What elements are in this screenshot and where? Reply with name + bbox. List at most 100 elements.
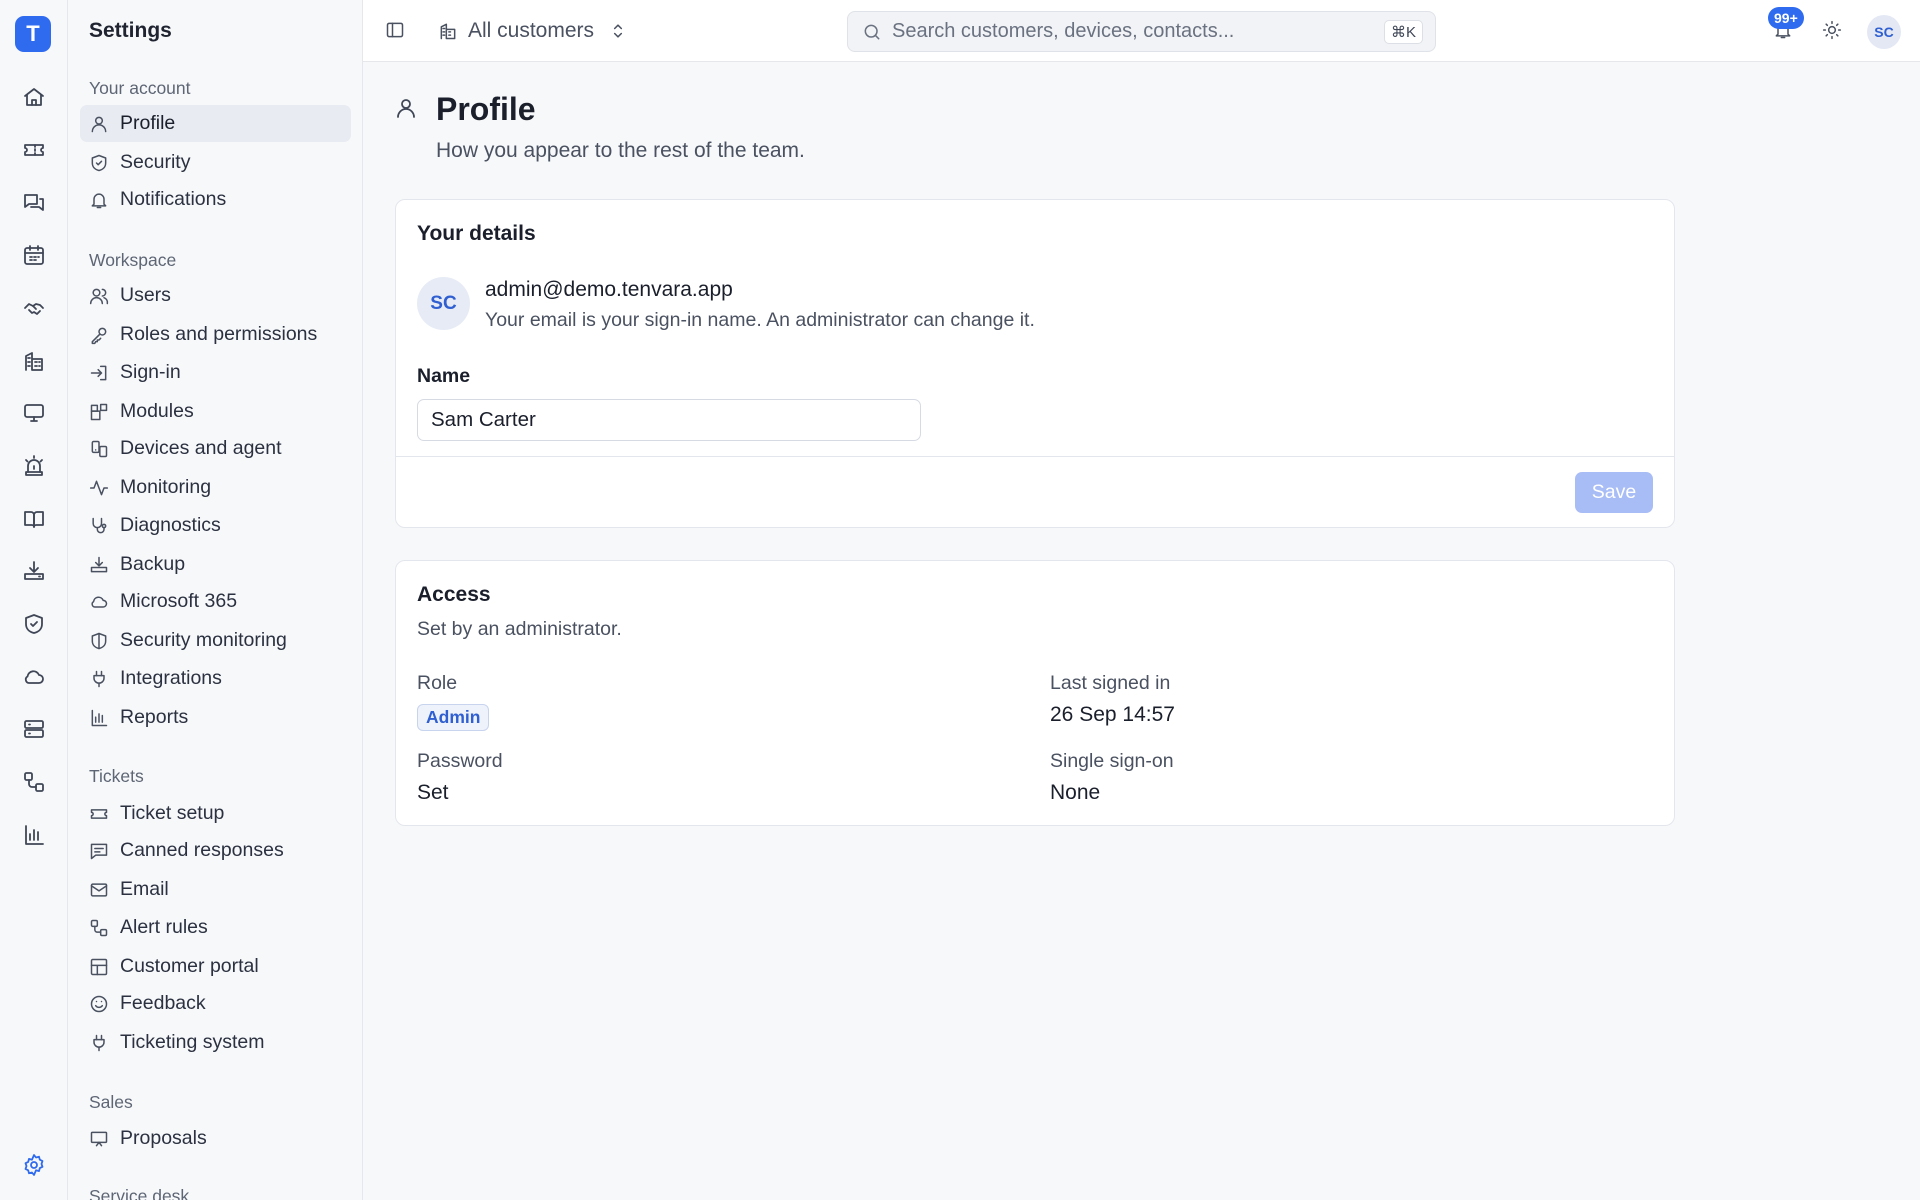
sun-icon bbox=[1822, 20, 1842, 40]
rail-cloud[interactable] bbox=[16, 659, 52, 695]
search-shortcut: ⌘K bbox=[1383, 20, 1423, 44]
rail-home[interactable] bbox=[16, 79, 52, 115]
sidebar-item-reports[interactable]: Reports bbox=[80, 699, 351, 736]
sso-value: None bbox=[1050, 781, 1101, 804]
ticket-icon bbox=[90, 808, 108, 819]
rail-knowledge[interactable] bbox=[16, 501, 52, 537]
search-icon bbox=[864, 24, 880, 39]
card-title: Your details bbox=[417, 222, 536, 245]
last-signed-in-label: Last signed in bbox=[1050, 672, 1171, 694]
rail-tickets[interactable] bbox=[16, 132, 52, 168]
sidebar-item-microsoft-365[interactable]: Microsoft 365 bbox=[80, 583, 351, 620]
sidebar-item-monitoring[interactable]: Monitoring bbox=[80, 469, 351, 506]
sidebar-item-email[interactable]: Email bbox=[80, 871, 351, 908]
nav-group-your-account: Your account bbox=[89, 78, 191, 98]
shield-check-icon bbox=[91, 154, 107, 171]
shield-check-icon bbox=[25, 614, 43, 634]
sidebar-item-sign-in[interactable]: Sign-in bbox=[80, 354, 351, 391]
key-icon bbox=[91, 327, 107, 344]
sidebar-item-label: Reports bbox=[120, 706, 189, 728]
gear-icon bbox=[24, 1154, 44, 1176]
sidebar-item-label: Profile bbox=[120, 112, 176, 134]
sidebar-item-label: Canned responses bbox=[120, 839, 284, 861]
sidebar-item-alert-rules[interactable]: Alert rules bbox=[80, 909, 351, 946]
server-icon bbox=[24, 720, 44, 738]
search-input[interactable]: Search customers, devices, contacts... ⌘… bbox=[847, 11, 1436, 52]
sidebar-item-integrations[interactable]: Integrations bbox=[80, 660, 351, 697]
sidebar-item-label: Ticket setup bbox=[120, 802, 225, 824]
home-icon bbox=[24, 88, 44, 106]
sidebar-item-diagnostics[interactable]: Diagnostics bbox=[80, 507, 351, 544]
ticket-icon bbox=[24, 144, 44, 156]
user-icon bbox=[91, 116, 107, 132]
sidebar-item-notifications[interactable]: Notifications bbox=[80, 181, 351, 218]
name-label: Name bbox=[417, 365, 471, 387]
rail-customers[interactable] bbox=[16, 343, 52, 379]
card-title: Access bbox=[417, 583, 491, 606]
sidebar-item-label: Modules bbox=[120, 400, 194, 422]
sidebar-item-label: Users bbox=[120, 284, 171, 306]
calendar-icon bbox=[24, 245, 44, 265]
sidebar-item-label: Microsoft 365 bbox=[120, 590, 238, 612]
workflow-icon bbox=[24, 772, 44, 792]
details-card: Your details SC admin@demo.tenvara.app Y… bbox=[395, 199, 1675, 528]
email-note: Your email is your sign-in name. An admi… bbox=[485, 309, 1035, 331]
sidebar-item-security[interactable]: Security bbox=[80, 144, 351, 181]
sidebar-item-feedback[interactable]: Feedback bbox=[80, 985, 351, 1022]
access-card: Access Set by an administrator. Role Adm… bbox=[395, 560, 1675, 826]
nav-group-service-desk: Service desk bbox=[89, 1186, 190, 1200]
sidebar-item-roles[interactable]: Roles and permissions bbox=[80, 316, 351, 353]
rail-chat[interactable] bbox=[16, 185, 52, 221]
rail-servers[interactable] bbox=[16, 711, 52, 747]
workflow-icon bbox=[90, 919, 108, 936]
rail-backup[interactable] bbox=[16, 553, 52, 589]
activity-icon bbox=[89, 480, 109, 495]
sidebar-item-label: Feedback bbox=[120, 992, 206, 1014]
user-avatar[interactable]: SC bbox=[1867, 15, 1901, 49]
stethoscope-icon bbox=[92, 517, 107, 533]
sidebar-item-customer-portal[interactable]: Customer portal bbox=[80, 948, 351, 985]
sign-in-icon bbox=[90, 365, 107, 380]
sidebar-item-users[interactable]: Users bbox=[80, 277, 351, 314]
sidebar-item-label: Security bbox=[120, 151, 191, 173]
sidebar-item-backup[interactable]: Backup bbox=[80, 546, 351, 583]
rail-alerts[interactable] bbox=[16, 448, 52, 484]
theme-toggle-button[interactable] bbox=[1822, 20, 1842, 40]
message-square-icon bbox=[90, 843, 108, 859]
page-subtitle: How you appear to the rest of the team. bbox=[436, 139, 805, 162]
rail-security[interactable] bbox=[16, 606, 52, 642]
icon-rail: T bbox=[0, 0, 68, 1200]
name-field[interactable] bbox=[417, 399, 921, 441]
sidebar-item-ticketing-system[interactable]: Ticketing system bbox=[80, 1024, 351, 1061]
sidebar-item-proposals[interactable]: Proposals bbox=[80, 1120, 351, 1157]
rail-reports[interactable] bbox=[16, 817, 52, 853]
app-logo[interactable]: T bbox=[15, 16, 51, 52]
presentation-icon bbox=[90, 1131, 108, 1146]
role-label: Role bbox=[417, 672, 458, 694]
page-title: Profile bbox=[436, 91, 536, 127]
cloud-icon bbox=[24, 670, 44, 684]
chat-icon bbox=[24, 194, 44, 211]
sidebar-title: Settings bbox=[89, 19, 172, 42]
save-button[interactable]: Save bbox=[1575, 472, 1653, 513]
rail-workflows[interactable] bbox=[16, 764, 52, 800]
sidebar-item-profile[interactable]: Profile bbox=[80, 105, 351, 142]
bar-chart-icon bbox=[25, 825, 44, 845]
bell-icon bbox=[91, 192, 107, 208]
sidebar-item-devices-agent[interactable]: Devices and agent bbox=[80, 430, 351, 467]
sidebar-item-ticket-setup[interactable]: Ticket setup bbox=[80, 795, 351, 832]
sidebar-toggle-button[interactable] bbox=[385, 20, 405, 40]
sidebar-item-security-monitoring[interactable]: Security monitoring bbox=[80, 622, 351, 659]
sidebar-item-label: Ticketing system bbox=[120, 1031, 265, 1053]
customer-switcher[interactable]: All customers bbox=[438, 14, 628, 48]
sidebar-item-modules[interactable]: Modules bbox=[80, 393, 351, 430]
devices-icon bbox=[91, 440, 108, 457]
rail-settings[interactable] bbox=[16, 1147, 52, 1183]
mail-icon bbox=[90, 882, 108, 897]
rail-sales[interactable] bbox=[16, 290, 52, 326]
last-signed-in-value: 26 Sep 14:57 bbox=[1050, 703, 1175, 726]
sidebar-item-canned-responses[interactable]: Canned responses bbox=[80, 832, 351, 869]
password-label: Password bbox=[417, 750, 503, 772]
rail-calendar[interactable] bbox=[16, 237, 52, 273]
rail-devices[interactable] bbox=[16, 395, 52, 431]
